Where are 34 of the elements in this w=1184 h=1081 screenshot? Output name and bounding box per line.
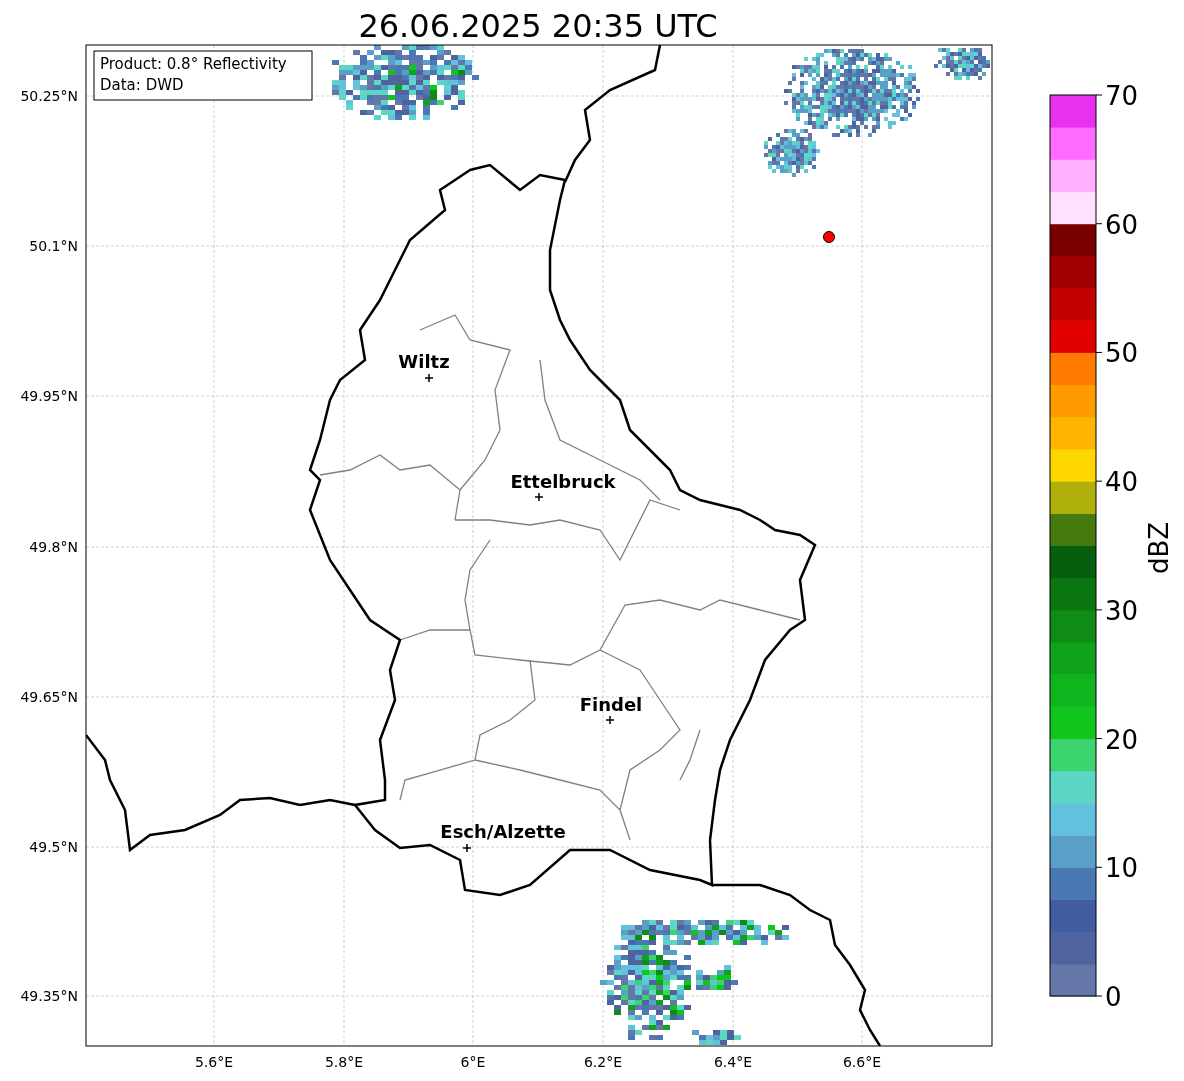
latitude-label: 49.5°N <box>29 839 78 855</box>
colorbar-tick-label: 60 <box>1105 209 1139 240</box>
colorbar-tick-label: 40 <box>1105 467 1139 498</box>
latitude-label: 49.95°N <box>20 388 78 404</box>
town-marker-icon <box>424 373 434 383</box>
town-label: Esch/Alzette <box>440 821 566 842</box>
location-marker <box>823 231 835 243</box>
town-marker-icon <box>605 715 615 725</box>
latitude-label: 49.35°N <box>20 988 78 1004</box>
town-label: Wiltz <box>398 351 450 372</box>
latitude-label: 49.8°N <box>29 539 78 555</box>
colorbar-tick-label: 10 <box>1105 853 1139 884</box>
town-label: Findel <box>579 694 643 715</box>
longitude-label: 6.6°E <box>842 1054 882 1070</box>
longitude-label: 5.6°E <box>194 1054 234 1070</box>
latitude-label: 50.1°N <box>29 238 78 254</box>
longitude-label: 6.2°E <box>583 1054 623 1070</box>
town-label: Ettelbruck <box>510 471 616 492</box>
info-text: Data: DWD <box>100 76 184 94</box>
colorbar-tick-label: 30 <box>1105 595 1139 626</box>
latitude-label: 50.25°N <box>20 88 78 104</box>
info-text: Product: 0.8° Reflectivity <box>100 55 287 73</box>
chart-title: 26.06.2025 20:35 UTC <box>358 7 718 45</box>
town-marker-icon <box>534 492 544 502</box>
colorbar-tick-label: 70 <box>1105 81 1139 111</box>
colorbar-label: dBZ <box>1144 521 1174 575</box>
longitude-label: 5.8°E <box>324 1054 364 1070</box>
longitude-label: 6°E <box>460 1054 486 1070</box>
latitude-label: 49.65°N <box>20 689 78 705</box>
town-marker-icon <box>462 843 472 853</box>
colorbar-tick-label: 50 <box>1105 338 1139 369</box>
colorbar-tick-label: 0 <box>1105 982 1122 1012</box>
colorbar-tick-label: 20 <box>1105 724 1139 755</box>
longitude-label: 6.4°E <box>713 1054 753 1070</box>
